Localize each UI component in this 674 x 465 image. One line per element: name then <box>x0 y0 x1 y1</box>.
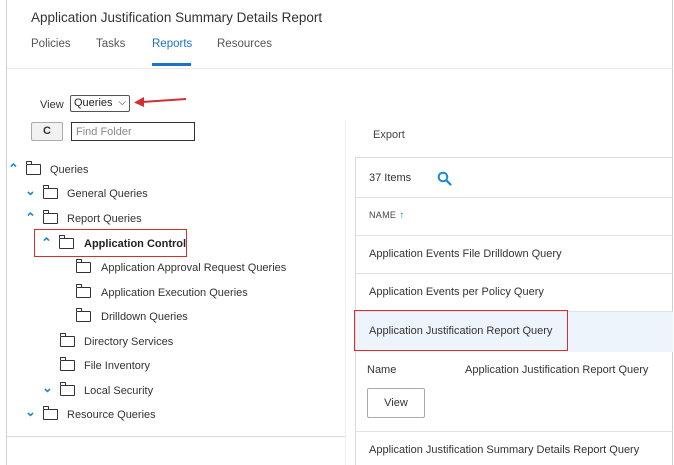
header-divider <box>7 68 673 69</box>
tree-item-label: Drilldown Queries <box>101 311 188 323</box>
view-selected-value: Queries <box>74 97 113 109</box>
annotation-highlight-box <box>354 310 568 351</box>
tree-item-label: File Inventory <box>84 360 151 372</box>
divider <box>356 197 673 198</box>
chevron-down-icon: ⌄ <box>25 183 36 198</box>
folder-icon <box>58 235 74 249</box>
page-title: Application Justification Summary Detail… <box>31 10 323 25</box>
sort-up-arrow-icon: ↑ <box>399 210 405 221</box>
refresh-icon: C <box>43 125 51 137</box>
list-item[interactable]: Application Events per Policy Query <box>369 286 544 298</box>
export-button[interactable]: Export <box>373 129 405 141</box>
folder-icon <box>75 284 91 298</box>
tree-item-label: Resource Queries <box>67 409 156 421</box>
column-header-name[interactable]: NAME ↑ <box>369 210 405 221</box>
column-header-label: NAME <box>369 210 397 220</box>
chevron-down-icon: ⌄ <box>25 404 36 419</box>
tree-item-label: Application Control <box>84 238 187 250</box>
tab-reports[interactable]: Reports <box>152 38 192 50</box>
view-label: View <box>40 99 64 111</box>
annotation-arrow-icon <box>134 97 187 107</box>
view-dropdown[interactable]: Queries ⌵ <box>70 95 130 112</box>
tree-item-label: Directory Services <box>84 336 174 348</box>
tree-item-label: Application Approval Request Queries <box>101 262 287 274</box>
column-divider <box>345 120 346 465</box>
tree-bottom-divider <box>7 436 345 437</box>
detail-name-value: Application Justification Report Query <box>465 364 649 376</box>
tree-item-label: Queries <box>50 164 89 176</box>
tree-item-label: Application Execution Queries <box>101 287 248 299</box>
find-folder-input[interactable] <box>71 122 195 141</box>
chevron-up-icon: ⌃ <box>8 161 19 176</box>
tree-item-label: Report Queries <box>67 213 142 225</box>
refresh-button[interactable]: C <box>31 122 63 141</box>
tree-item-label: General Queries <box>67 188 148 200</box>
folder-icon <box>42 185 58 199</box>
folder-icon <box>42 210 58 224</box>
chevron-down-icon: ⌄ <box>42 380 53 395</box>
active-tab-indicator <box>152 63 191 66</box>
items-count: 37 Items <box>369 172 412 184</box>
divider <box>356 431 673 432</box>
tab-policies[interactable]: Policies <box>31 38 71 50</box>
folder-icon <box>42 406 58 420</box>
search-icon[interactable] <box>437 171 452 186</box>
tab-tasks[interactable]: Tasks <box>96 38 125 50</box>
view-button[interactable]: View <box>367 388 425 418</box>
chevron-down-icon: ⌵ <box>118 97 126 108</box>
divider <box>356 235 673 236</box>
chevron-up-icon: ⌃ <box>41 235 52 250</box>
folder-icon <box>25 161 41 175</box>
folder-icon <box>75 308 91 322</box>
folder-icon <box>59 357 75 371</box>
detail-name-label: Name <box>367 364 397 376</box>
folder-icon <box>59 382 75 396</box>
folder-icon <box>75 259 91 273</box>
folder-icon <box>59 333 75 347</box>
chevron-up-icon: ⌃ <box>25 210 36 225</box>
divider <box>356 273 673 274</box>
tab-resources[interactable]: Resources <box>217 38 272 50</box>
tree-item-label: Local Security <box>84 385 154 397</box>
list-item[interactable]: Application Justification Summary Detail… <box>369 444 639 456</box>
list-item[interactable]: Application Events File Drilldown Query <box>369 248 562 260</box>
